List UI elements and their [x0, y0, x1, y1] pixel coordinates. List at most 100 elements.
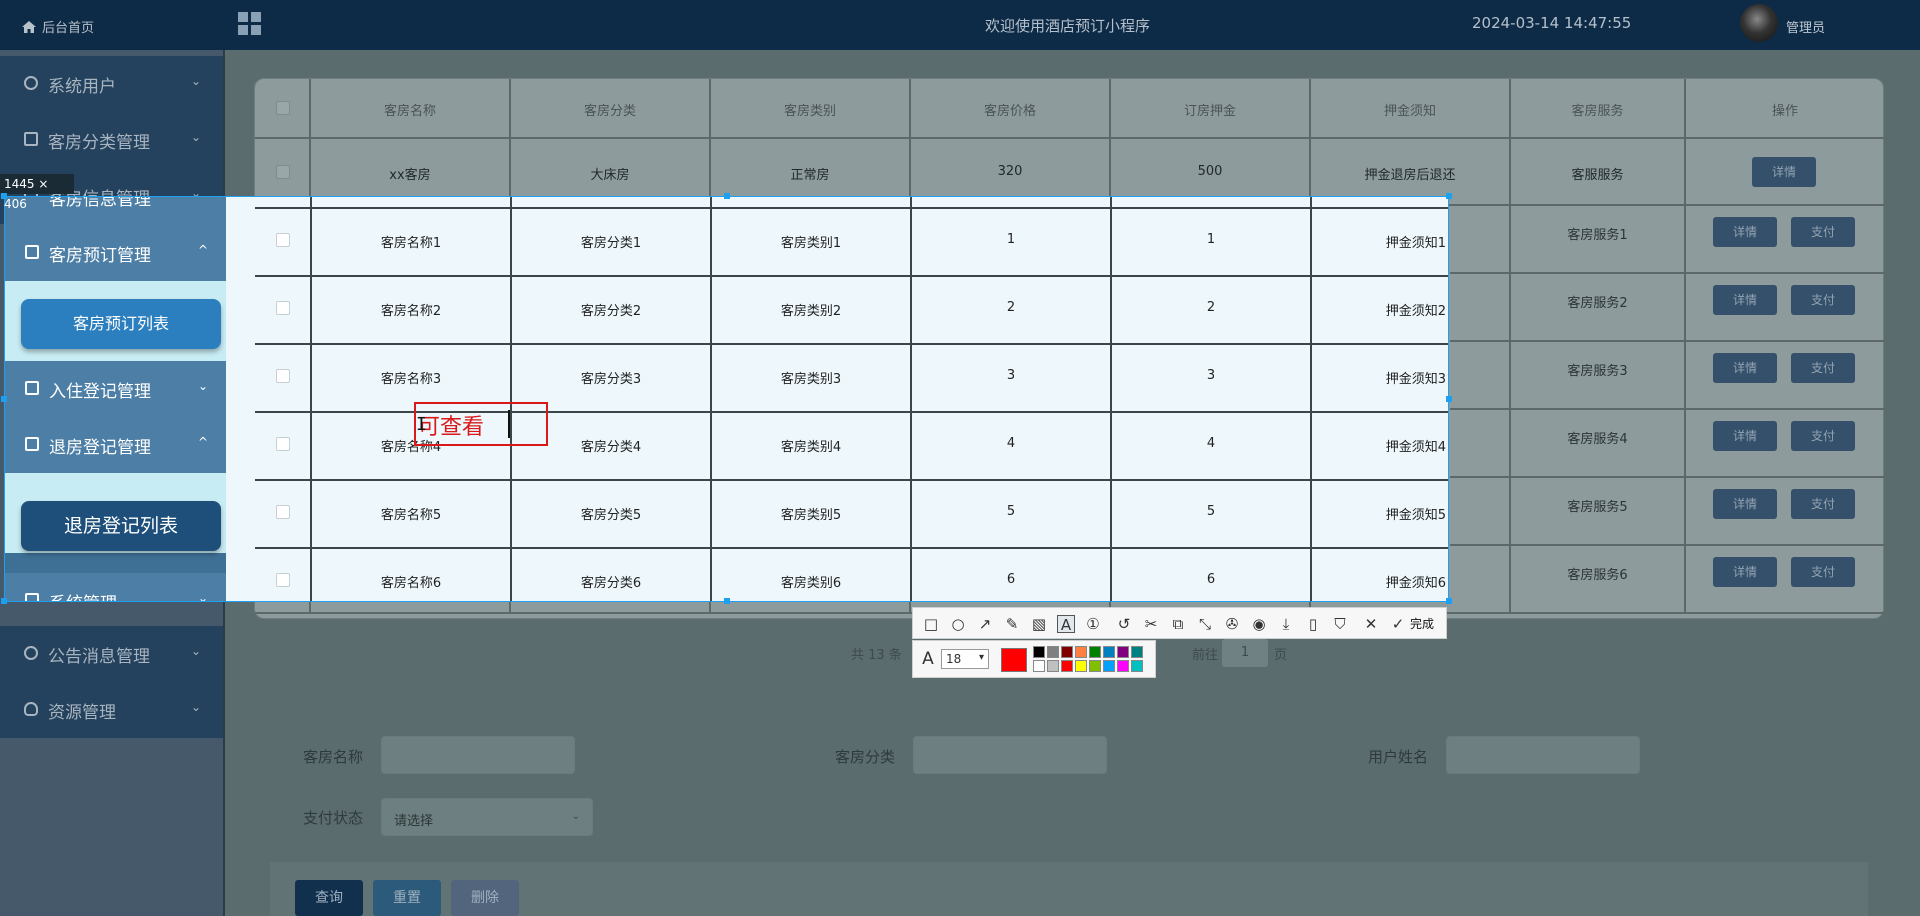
number-tool-icon[interactable]: ①	[1084, 615, 1102, 633]
record-icon[interactable]: ◉	[1250, 615, 1268, 633]
grid-menu-icon[interactable]	[238, 12, 262, 36]
sidebar-item-checkin[interactable]: 入住登记管理 ⌄	[5, 361, 226, 417]
pay-button[interactable]: 支付	[1791, 217, 1855, 247]
download-icon[interactable]: ⤓	[1277, 615, 1295, 633]
color-swatch[interactable]	[1061, 660, 1073, 672]
pay-button[interactable]: 支付	[1791, 353, 1855, 383]
resize-handle[interactable]	[1, 396, 7, 402]
bookmark-icon[interactable]: ⛉	[1331, 615, 1349, 633]
arrow-tool-icon[interactable]: ↗	[976, 615, 994, 633]
done-button[interactable]: 完成	[1410, 615, 1434, 632]
capture-size-label: 1445 × 406	[0, 174, 74, 211]
text-annotation[interactable]: 可查看	[418, 409, 484, 441]
rectangle-tool-icon[interactable]: □	[922, 615, 940, 633]
pager-page-input[interactable]: 1	[1222, 639, 1268, 667]
sidebar-item-booking[interactable]: 客房预订管理 ^	[5, 225, 226, 281]
detail-button[interactable]: 详情	[1713, 421, 1777, 451]
resize-handle[interactable]	[1446, 598, 1452, 604]
current-color-swatch[interactable]	[1001, 648, 1027, 672]
row-checkbox[interactable]	[276, 573, 290, 587]
doc-icon	[25, 245, 39, 259]
cell-room-category: 客房分类1	[580, 236, 642, 251]
color-swatch[interactable]	[1089, 660, 1101, 672]
resize-handle[interactable]	[724, 598, 730, 604]
color-swatch[interactable]	[1089, 646, 1101, 658]
select-all-checkbox[interactable]	[276, 101, 290, 115]
color-swatch[interactable]	[1131, 646, 1143, 658]
pen-tool-icon[interactable]: ✎	[1003, 615, 1021, 633]
row-checkbox[interactable]	[276, 233, 290, 247]
detail-button[interactable]: 详情	[1752, 157, 1816, 187]
row-checkbox[interactable]	[276, 165, 290, 179]
color-swatch[interactable]	[1075, 646, 1087, 658]
pay-status-select[interactable]: 请选择 ⌄	[381, 798, 593, 836]
text-tool-icon[interactable]: A	[1057, 615, 1075, 634]
delete-button[interactable]: 删除	[451, 880, 519, 916]
row-checkbox[interactable]	[276, 369, 290, 383]
row-checkbox[interactable]	[276, 505, 290, 519]
room-name-input[interactable]	[381, 736, 575, 774]
resize-handle[interactable]	[1, 193, 7, 199]
pay-button[interactable]: 支付	[1791, 489, 1855, 519]
detail-button[interactable]: 详情	[1713, 353, 1777, 383]
resize-handle[interactable]	[1, 598, 7, 604]
sidebar-item-system-mgmt[interactable]: 系统管理 ⌄	[5, 573, 226, 601]
capture-selection[interactable]: 客房信息管理 客房预订管理 ^ 客房预订列表 入住登记管理 ⌄ 退房登记管理 ^…	[4, 196, 1449, 602]
check-icon[interactable]: ✓	[1389, 615, 1407, 633]
cell-deposit: 1	[1206, 232, 1216, 247]
color-swatch[interactable]	[1033, 646, 1045, 658]
color-swatch[interactable]	[1047, 646, 1059, 658]
sidebar-item-room-info-cut[interactable]: 客房信息管理	[5, 197, 226, 225]
pay-button[interactable]: 支付	[1791, 557, 1855, 587]
booking-list-button[interactable]: 客房预订列表	[21, 299, 221, 349]
resize-handle[interactable]	[1446, 396, 1452, 402]
sidebar-item-resources[interactable]: 资源管理 ⌄	[0, 682, 223, 738]
ocr-icon[interactable]: ⧉	[1169, 615, 1187, 633]
color-swatch[interactable]	[1061, 646, 1073, 658]
pay-button[interactable]: 支付	[1791, 421, 1855, 451]
mosaic-tool-icon[interactable]: ▧	[1030, 615, 1048, 633]
sidebar-item-system-users[interactable]: 系统用户 ⌄	[0, 56, 223, 112]
detail-button[interactable]: 详情	[1713, 217, 1777, 247]
ellipse-tool-icon[interactable]: ○	[949, 615, 967, 633]
home-link[interactable]: 后台首页	[22, 17, 94, 36]
checkout-list-button[interactable]: 退房登记列表	[21, 501, 221, 551]
resize-handle[interactable]	[724, 193, 730, 199]
username[interactable]: 管理员	[1786, 17, 1825, 36]
cell-room-category: 客房分类6	[580, 576, 642, 591]
reset-button[interactable]: 重置	[373, 880, 441, 916]
pay-button[interactable]: 支付	[1791, 285, 1855, 315]
color-swatch[interactable]	[1075, 660, 1087, 672]
scissors-icon[interactable]: ✂	[1142, 615, 1160, 633]
detail-button[interactable]: 详情	[1713, 557, 1777, 587]
color-swatch[interactable]	[1117, 660, 1129, 672]
cell-room-name: 客房名称2	[380, 304, 442, 319]
chevron-down-icon: ⌄	[190, 130, 201, 144]
query-button[interactable]: 查询	[295, 880, 363, 916]
resize-handle[interactable]	[1446, 193, 1452, 199]
phone-icon[interactable]: ▯	[1304, 615, 1322, 633]
sidebar-item-announcements[interactable]: 公告消息管理 ⌄	[0, 626, 223, 682]
undo-icon[interactable]: ↺	[1115, 615, 1133, 633]
pay-status-label: 支付状态	[303, 809, 364, 827]
room-category-input[interactable]	[913, 736, 1107, 774]
user-name-input[interactable]	[1446, 736, 1640, 774]
long-capture-icon[interactable]: ⤡	[1196, 615, 1214, 633]
color-swatch[interactable]	[1103, 660, 1115, 672]
close-icon[interactable]: ✕	[1362, 615, 1380, 633]
row-checkbox[interactable]	[276, 437, 290, 451]
color-swatch[interactable]	[1103, 646, 1115, 658]
pin-icon[interactable]: ✇	[1223, 615, 1241, 633]
row-checkbox[interactable]	[276, 301, 290, 315]
color-swatch[interactable]	[1117, 646, 1129, 658]
sidebar-item-checkout[interactable]: 退房登记管理 ^	[5, 417, 226, 473]
color-swatch[interactable]	[1033, 660, 1045, 672]
font-size-select[interactable]: 18 ▾	[941, 649, 989, 669]
color-swatch[interactable]	[1131, 660, 1143, 672]
sidebar-item-room-category[interactable]: 客房分类管理 ⌄	[0, 112, 223, 168]
detail-button[interactable]: 详情	[1713, 285, 1777, 315]
color-swatch[interactable]	[1047, 660, 1059, 672]
avatar[interactable]	[1740, 4, 1778, 42]
cell-deposit-notice: 押金须知3	[1385, 372, 1446, 387]
detail-button[interactable]: 详情	[1713, 489, 1777, 519]
